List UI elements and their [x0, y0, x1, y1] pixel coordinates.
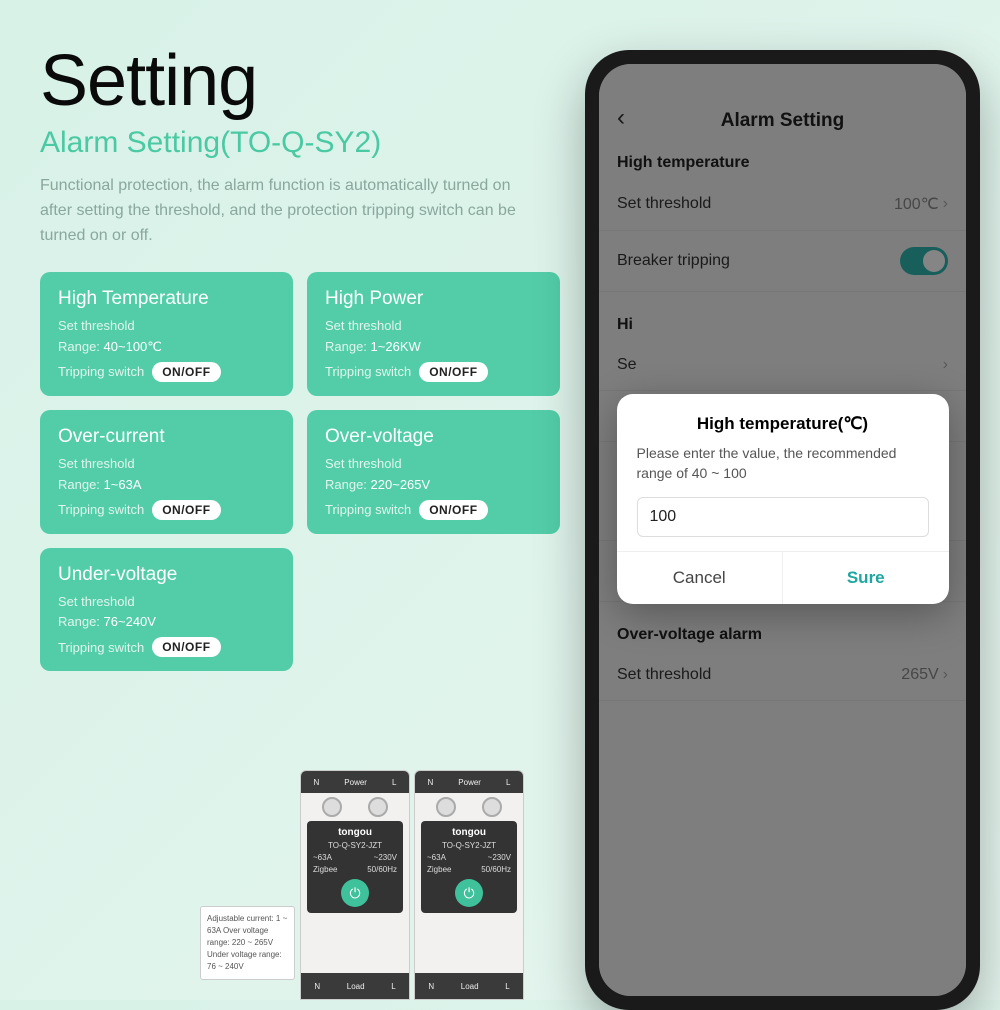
- device-unit: NPowerL tongou TO-Q-SY2-JZT ~63A ~230V Z…: [300, 770, 410, 1000]
- onoff-badge: ON/OFF: [152, 362, 220, 382]
- onoff-badge: ON/OFF: [152, 637, 220, 657]
- device-spec: ~63A: [313, 853, 332, 862]
- range-label: Range:: [58, 477, 100, 492]
- threshold-label: Set threshold: [58, 318, 135, 333]
- card-high-power: High Power Set threshold Range: 1~26KW T…: [307, 272, 560, 396]
- onoff-badge: ON/OFF: [152, 500, 220, 520]
- range-value: 1~63A: [104, 477, 142, 492]
- tripping-label: Tripping switch: [325, 502, 411, 517]
- threshold-label: Set threshold: [58, 456, 135, 471]
- threshold-label: Set threshold: [325, 318, 402, 333]
- feature-cards: High Temperature Set threshold Range: 40…: [40, 272, 560, 671]
- card-under-voltage: Under-voltage Set threshold Range: 76~24…: [40, 548, 293, 672]
- device-spec: ~230V: [488, 853, 511, 862]
- threshold-label: Set threshold: [325, 456, 402, 471]
- range-value: 1~26KW: [371, 339, 421, 354]
- phone-frame: ‹ Alarm Setting High temperature Set thr…: [585, 50, 980, 1010]
- device-model: TO-Q-SY2-JZT: [427, 841, 511, 850]
- range-label: Range:: [325, 339, 367, 354]
- onoff-badge: ON/OFF: [419, 362, 487, 382]
- device-spec: 50/60Hz: [367, 865, 397, 874]
- card-over-current: Over-current Set threshold Range: 1~63A …: [40, 410, 293, 534]
- device-spec: Zigbee: [427, 865, 451, 874]
- card-over-voltage: Over-voltage Set threshold Range: 220~26…: [307, 410, 560, 534]
- page-subtitle: Alarm Setting(TO-Q-SY2): [40, 126, 565, 160]
- cancel-button[interactable]: Cancel: [617, 552, 784, 604]
- device-spec: ~230V: [374, 853, 397, 862]
- onoff-badge: ON/OFF: [419, 500, 487, 520]
- device-spec: ~63A: [427, 853, 446, 862]
- card-title: Under-voltage: [58, 564, 275, 586]
- card-title: High Power: [325, 288, 542, 310]
- tripping-label: Tripping switch: [325, 364, 411, 379]
- power-icon: ⏻: [341, 879, 369, 907]
- tripping-label: Tripping switch: [58, 502, 144, 517]
- range-value: 40~100℃: [104, 339, 162, 354]
- device-brand: tongou: [313, 827, 397, 838]
- range-label: Range:: [58, 614, 100, 629]
- device-model: TO-Q-SY2-JZT: [313, 841, 397, 850]
- page-description: Functional protection, the alarm functio…: [40, 174, 540, 248]
- power-icon: ⏻: [455, 879, 483, 907]
- range-value: 220~265V: [371, 477, 431, 492]
- card-title: Over-voltage: [325, 426, 542, 448]
- threshold-label: Set threshold: [58, 594, 135, 609]
- card-title: Over-current: [58, 426, 275, 448]
- dialog-title: High temperature(℃): [637, 414, 929, 434]
- range-value: 76~240V: [104, 614, 156, 629]
- dialog-high-temperature: High temperature(℃) Please enter the val…: [617, 394, 949, 604]
- device-unit: NPowerL tongou TO-Q-SY2-JZT ~63A ~230V Z…: [414, 770, 524, 1000]
- device-spec: Zigbee: [313, 865, 337, 874]
- device-specs-label: Adjustable current: 1 ~ 63A Over voltage…: [200, 906, 295, 980]
- device-brand: tongou: [427, 827, 511, 838]
- range-label: Range:: [325, 477, 367, 492]
- range-label: Range:: [58, 339, 100, 354]
- page-title: Setting: [40, 40, 565, 122]
- threshold-input[interactable]: [637, 497, 929, 537]
- device-illustration: Adjustable current: 1 ~ 63A Over voltage…: [300, 770, 524, 1000]
- tripping-label: Tripping switch: [58, 364, 144, 379]
- tripping-label: Tripping switch: [58, 640, 144, 655]
- device-spec: 50/60Hz: [481, 865, 511, 874]
- dialog-text: Please enter the value, the recommended …: [637, 444, 929, 483]
- confirm-button[interactable]: Sure: [783, 552, 949, 604]
- card-title: High Temperature: [58, 288, 275, 310]
- card-high-temperature: High Temperature Set threshold Range: 40…: [40, 272, 293, 396]
